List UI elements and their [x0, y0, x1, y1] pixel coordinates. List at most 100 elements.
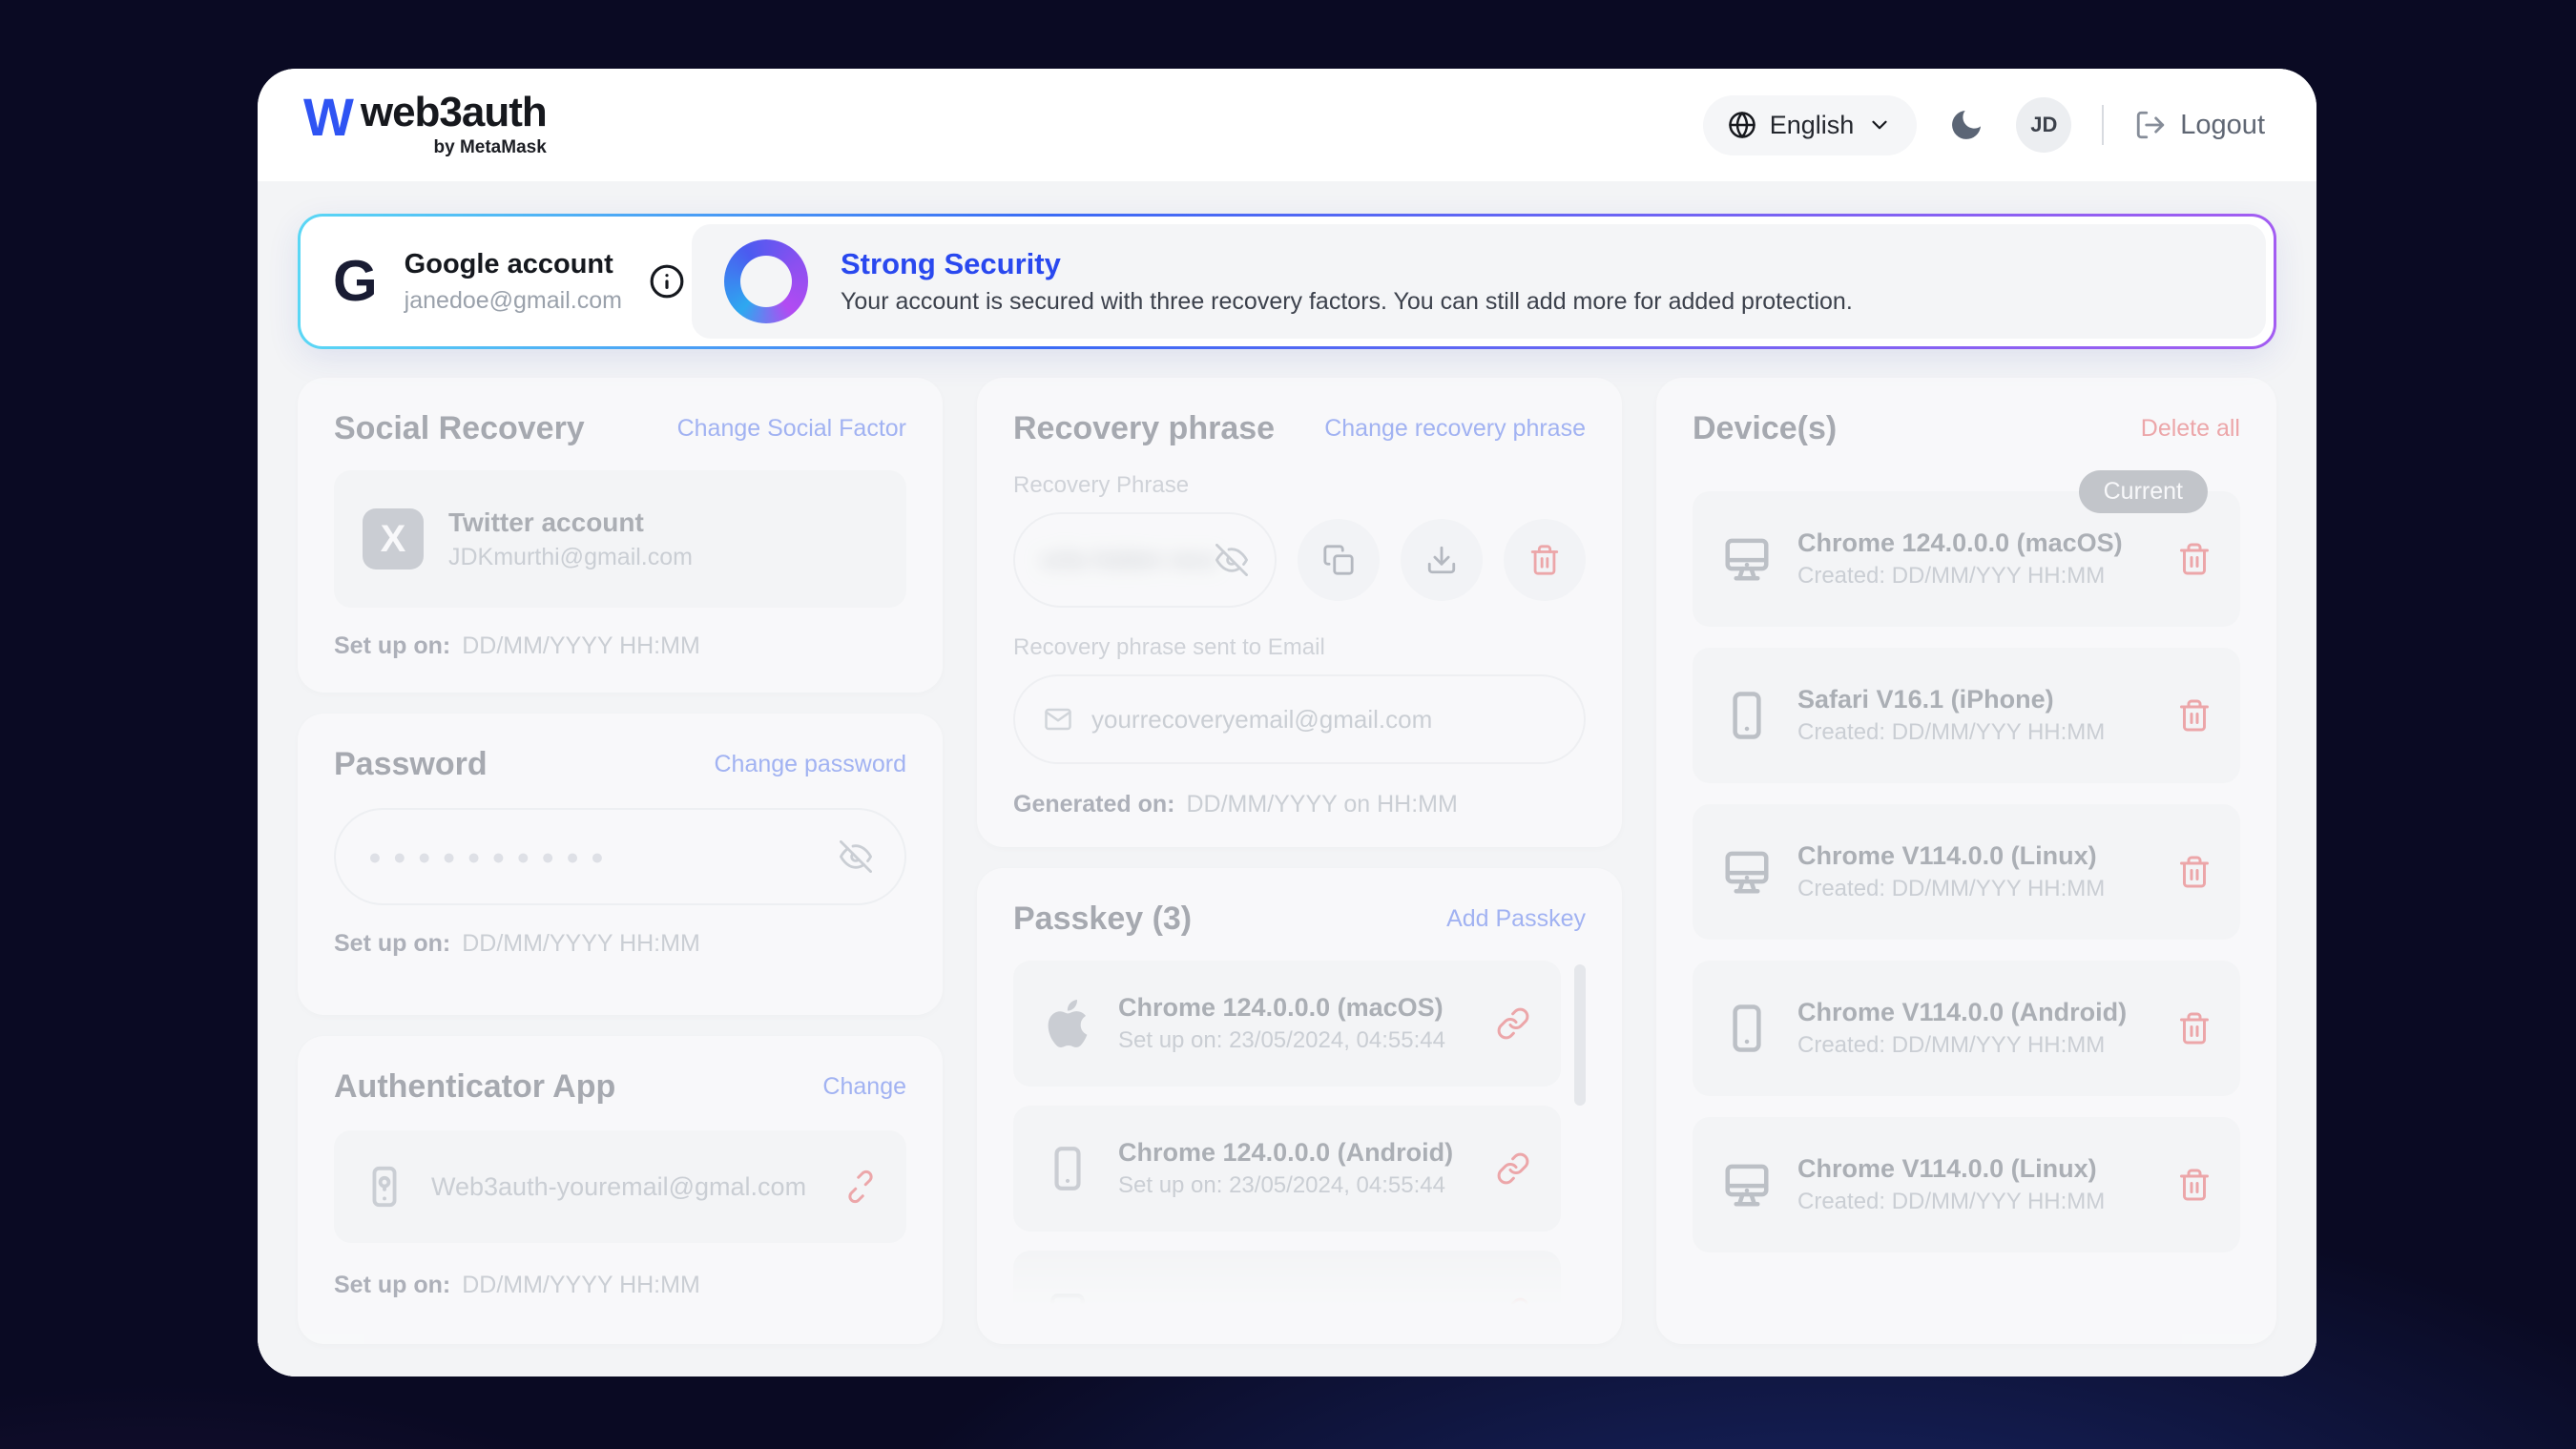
trash-icon[interactable]: [2177, 542, 2212, 576]
link-icon[interactable]: [1496, 1006, 1530, 1041]
recovery-phrase-input[interactable]: w3a hidden recovery phrase: [1013, 512, 1277, 608]
recovery-email-input[interactable]: yourrecoveryemail@gmail.com: [1013, 674, 1586, 764]
chevron-down-icon: [1867, 113, 1892, 137]
provider-email: janedoe@gmail.com: [405, 287, 622, 315]
copy-phrase-button[interactable]: [1298, 519, 1380, 601]
smartphone-icon: [1044, 1145, 1091, 1192]
apple-icon: [1044, 1000, 1091, 1047]
link-icon[interactable]: [1496, 1151, 1530, 1186]
dashboard-window: W web3auth by MetaMask English JD: [258, 69, 2316, 1377]
eye-off-icon[interactable]: [1215, 544, 1248, 576]
passkey-setup-date: Set up on: 23/05/2024, 04:55:44: [1118, 1172, 1453, 1199]
passkey-list: Chrome 124.0.0.0 (macOS) Set up on: 23/0…: [1013, 961, 1586, 1315]
social-recovery-title: Social Recovery: [334, 410, 585, 447]
change-recovery-phrase-link[interactable]: Change recovery phrase: [1324, 415, 1586, 443]
authenticator-card: Authenticator App Change Web3auth-yourem…: [298, 1036, 943, 1344]
desktop-icon: [1721, 533, 1773, 585]
mail-icon: [1044, 705, 1072, 734]
passkey-scrollbar[interactable]: [1574, 964, 1586, 1106]
device-name: Chrome V114.0.0 (Android): [1797, 998, 2127, 1027]
web3auth-logo-mark: W: [303, 92, 351, 142]
passkey-title: Passkey (3): [1013, 900, 1192, 938]
twitter-account-row: X Twitter account JDKmurthi@gmail.com: [334, 470, 906, 608]
language-selector[interactable]: English: [1703, 95, 1918, 155]
change-social-factor-link[interactable]: Change Social Factor: [677, 415, 906, 443]
password-masked-value: ●●●●●●●●●●: [368, 844, 615, 870]
device-row: Chrome V114.0.0 (Linux) Created: DD/MM/Y…: [1693, 804, 2240, 940]
x-twitter-icon: X: [363, 508, 424, 569]
twitter-account-email: JDKmurthi@gmail.com: [448, 544, 693, 571]
desktop-icon: [1721, 846, 1773, 898]
authenticator-title: Authenticator App: [334, 1068, 615, 1106]
password-card: Password Change password ●●●●●●●●●● Set …: [298, 714, 943, 1015]
device-created-date: Created: DD/MM/YYY HH:MM: [1797, 1032, 2127, 1059]
moon-icon: [1947, 106, 1985, 144]
device-name: Chrome V114.0.0 (Linux): [1797, 1154, 2105, 1184]
globe-icon: [1728, 111, 1756, 139]
trash-icon[interactable]: [2177, 1168, 2212, 1202]
logout-label: Logout: [2180, 110, 2265, 141]
recovery-email-value: yourrecoveryemail@gmail.com: [1091, 705, 1432, 735]
change-password-link[interactable]: Change password: [714, 751, 906, 778]
device-row: Current Chrome 124.0.0.0 (macOS) Created…: [1693, 491, 2240, 627]
dark-mode-toggle[interactable]: [1947, 106, 1985, 144]
avatar[interactable]: JD: [2016, 97, 2071, 153]
smartphone-icon: [1721, 690, 1773, 741]
recovery-phrase-hidden-value: w3a hidden recovery phrase: [1042, 547, 1215, 574]
security-ring-icon: [724, 239, 808, 323]
download-phrase-button[interactable]: [1401, 519, 1483, 601]
unlink-icon[interactable]: [843, 1170, 878, 1204]
device-created-date: Created: DD/MM/YYY HH:MM: [1797, 1189, 2105, 1215]
recovery-phrase-card: Recovery phrase Change recovery phrase R…: [977, 378, 1622, 847]
delete-phrase-button[interactable]: [1504, 519, 1586, 601]
device-created-date: Created: DD/MM/YYY HH:MM: [1797, 876, 2105, 902]
factors-grid: Social Recovery Change Social Factor X T…: [298, 378, 2276, 1344]
passkey-item: Rome 24.456.355.98: [1013, 1251, 1561, 1315]
add-passkey-link[interactable]: Add Passkey: [1446, 905, 1586, 933]
authenticator-setup-date: Set up on:DD/MM/YYYY HH:MM: [334, 1272, 906, 1299]
language-label: English: [1770, 111, 1855, 140]
login-provider-section: G Google account janedoe@gmail.com: [308, 224, 692, 339]
content-area: G Google account janedoe@gmail.com Stron…: [258, 181, 2316, 1377]
security-level-title: Strong Security: [841, 247, 1853, 281]
logout-button[interactable]: Logout: [2134, 109, 2265, 141]
device-name: Chrome 124.0.0.0 (macOS): [1797, 528, 2123, 558]
social-recovery-card: Social Recovery Change Social Factor X T…: [298, 378, 943, 693]
device-created-date: Created: DD/MM/YYY HH:MM: [1797, 563, 2123, 590]
delete-all-devices-link[interactable]: Delete all: [2141, 415, 2240, 443]
account-security-banner: G Google account janedoe@gmail.com Stron…: [298, 214, 2276, 349]
header-divider: [2102, 105, 2104, 145]
password-input[interactable]: ●●●●●●●●●●: [334, 808, 906, 905]
web3auth-logo: W web3auth by MetaMask: [303, 92, 547, 158]
devices-title: Device(s): [1693, 410, 1837, 447]
authenticator-account-row: Web3auth-youremail@gmal.com: [334, 1130, 906, 1243]
passkey-device-name: Chrome 124.0.0.0 (Android): [1118, 1138, 1453, 1168]
security-level-section: Strong Security Your account is secured …: [692, 224, 2266, 339]
trash-icon[interactable]: [2177, 1011, 2212, 1045]
device-list: Current Chrome 124.0.0.0 (macOS) Created…: [1693, 491, 2240, 1252]
device-row: Chrome V114.0.0 (Android) Created: DD/MM…: [1693, 961, 2240, 1096]
header-controls: English JD Logout: [1703, 95, 2265, 155]
passkey-item: Chrome 124.0.0.0 (macOS) Set up on: 23/0…: [1013, 961, 1561, 1087]
trash-icon[interactable]: [2177, 855, 2212, 889]
info-icon[interactable]: [649, 263, 685, 300]
link-icon[interactable]: [1496, 1296, 1530, 1315]
device-created-date: Created: DD/MM/YYY HH:MM: [1797, 719, 2105, 746]
eye-off-icon[interactable]: [840, 840, 872, 873]
twitter-account-title: Twitter account: [448, 507, 693, 538]
trash-icon[interactable]: [2177, 698, 2212, 733]
provider-title: Google account: [405, 249, 622, 280]
download-icon: [1425, 544, 1458, 576]
passkey-setup-date: Set up on: 23/05/2024, 04:55:44: [1118, 1027, 1445, 1054]
copy-icon: [1322, 544, 1355, 576]
recovery-email-label: Recovery phrase sent to Email: [1013, 634, 1586, 661]
device-row: Safari V16.1 (iPhone) Created: DD/MM/YYY…: [1693, 648, 2240, 783]
change-authenticator-link[interactable]: Change: [822, 1073, 906, 1101]
device-row: Chrome V114.0.0 (Linux) Created: DD/MM/Y…: [1693, 1117, 2240, 1252]
passkey-card: Passkey (3) Add Passkey Chrome 124.0.0.0…: [977, 868, 1622, 1344]
logout-icon: [2134, 109, 2167, 141]
password-title: Password: [334, 746, 488, 783]
smartphone-icon: [1721, 1003, 1773, 1054]
logo-byline: by MetaMask: [434, 137, 547, 158]
trash-icon: [1528, 544, 1561, 576]
